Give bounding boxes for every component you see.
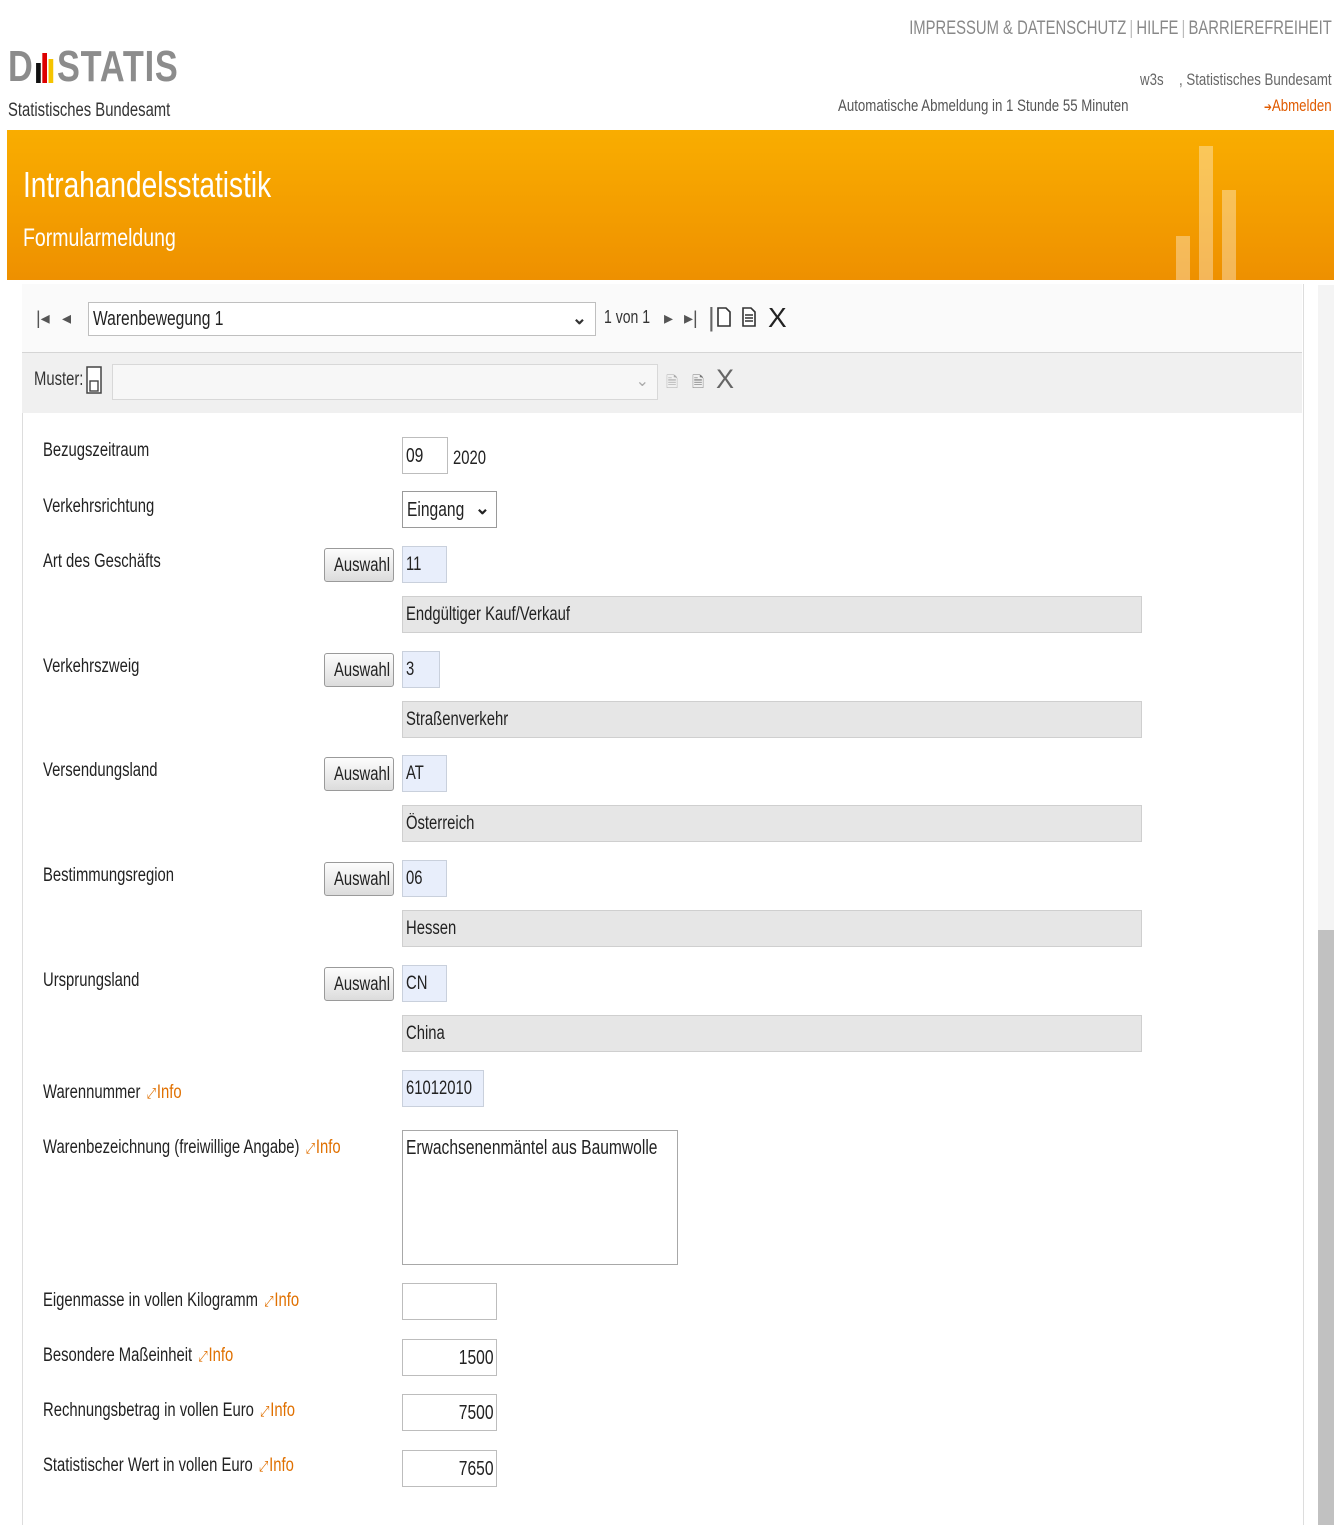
logout-timer: Automatische Abmeldung in 1 Stunde 55 Mi… <box>838 96 1129 115</box>
info-link-eigenmasse[interactable]: ⤢Info <box>264 1290 299 1311</box>
auswahl-button-bestimmungsregion[interactable]: Auswahl <box>324 862 394 896</box>
impressum-link[interactable]: IMPRESSUM & DATENSCHUTZ <box>909 18 1126 39</box>
label-eigenmasse: Eigenmasse in vollen Kilogramm <box>43 1290 258 1311</box>
external-link-icon: ⤢ <box>198 1348 208 1365</box>
user-organisation: , Statistisches Bundesamt <box>1179 70 1332 89</box>
info-link-warennummer[interactable]: ⤢Info <box>147 1082 182 1103</box>
label-versendungsland: Versendungsland <box>43 760 158 781</box>
code-input-bestimmungsregion[interactable]: 06 <box>402 860 447 897</box>
record-select-value: Warenbewegung 1 <box>93 308 224 330</box>
template-label: Muster: <box>34 369 84 390</box>
logo-word-statis: STATIS <box>56 42 179 91</box>
form-panel <box>22 284 1304 1525</box>
chevron-down-icon: ⌄ <box>474 498 490 518</box>
top-links: IMPRESSUM & DATENSCHUTZ | HILFE | BARRIEREFR… <box>909 18 1332 39</box>
page-title: Intrahandelsstatistik <box>23 164 272 205</box>
description-field-ursprungsland: China <box>402 1015 1142 1052</box>
logout-link[interactable]: ➔Abmelden <box>1245 96 1332 116</box>
previous-record-icon[interactable]: ◂ <box>62 308 71 329</box>
label-statistischer-wert: Statistischer Wert in vollen Euro <box>43 1455 253 1476</box>
record-count: 1 von 1 <box>604 307 651 327</box>
year-value: 2020 <box>453 448 486 469</box>
info-link-warenbezeichnung[interactable]: ⤢Info <box>306 1137 341 1158</box>
label-bezugszeitraum: Bezugszeitraum <box>43 440 150 461</box>
delete-template-icon[interactable]: X <box>716 364 734 395</box>
label-art-des-geschaefts: Art des Geschäfts <box>43 551 161 572</box>
title-banner: Intrahandelsstatistik Formularmeldung <box>7 130 1334 280</box>
month-input[interactable]: 09 <box>402 437 448 474</box>
label-rechnungsbetrag: Rechnungsbetrag in vollen Euro <box>43 1400 254 1421</box>
info-link-statistischer-wert[interactable]: ⤢Info <box>259 1455 294 1476</box>
rechnungsbetrag-input[interactable]: 7500 <box>402 1394 497 1431</box>
external-link-icon: ⤢ <box>146 1085 157 1102</box>
description-field-bestimmungsregion: Hessen <box>402 910 1142 947</box>
description-field-verkehrszweig: Straßenverkehr <box>402 701 1142 738</box>
destatis-logo[interactable]: D STATIS <box>8 42 227 92</box>
first-record-icon[interactable]: |◂ <box>36 308 50 329</box>
chevron-down-icon: ⌄ <box>571 308 587 328</box>
code-input-verkehrszweig[interactable]: 3 <box>402 651 440 688</box>
direction-select[interactable]: Eingang ⌄ <box>402 491 497 528</box>
label-verkehrsrichtung: Verkehrsrichtung <box>43 496 155 517</box>
logo-subtitle: Statistisches Bundesamt <box>8 100 171 121</box>
page-header: D STATIS Statistisches Bundesamt IMPRESSU… <box>0 0 1344 130</box>
logout-label: Abmelden <box>1272 96 1332 115</box>
code-input-ursprungsland[interactable]: CN <box>402 965 447 1002</box>
logo-letter-d: D <box>8 42 34 91</box>
auswahl-button-ursprungsland[interactable]: Auswahl <box>324 967 394 1001</box>
barrierefreiheit-link[interactable]: BARRIEREFREIHEIT <box>1189 18 1332 39</box>
warennummer-input[interactable]: 61012010 <box>402 1070 484 1107</box>
description-field-versendungsland: Österreich <box>402 805 1142 842</box>
statistischer-wert-input[interactable]: 7650 <box>402 1450 497 1487</box>
info-link-masseinheit[interactable]: ⤢Info <box>198 1345 233 1366</box>
code-input-versendungsland[interactable]: AT <box>402 755 447 792</box>
label-ursprungsland: Ursprungsland <box>43 970 140 991</box>
info-link-rechnungsbetrag[interactable]: ⤢Info <box>260 1400 295 1421</box>
last-record-icon[interactable]: ▸| <box>684 308 698 329</box>
separator: | <box>708 302 715 332</box>
auswahl-button-versendungsland[interactable]: Auswahl <box>324 757 394 791</box>
scrollbar-thumb[interactable] <box>1318 930 1334 1525</box>
label-masseinheit: Besondere Maßeinheit <box>43 1345 193 1366</box>
external-link-icon: ⤢ <box>305 1140 316 1157</box>
masseinheit-input[interactable]: 1500 <box>402 1339 497 1376</box>
hilfe-link[interactable]: HILFE <box>1137 18 1179 39</box>
label-bestimmungsregion: Bestimmungsregion <box>43 865 174 886</box>
record-select[interactable]: Warenbewegung 1 ⌄ <box>88 302 596 336</box>
copy-document-icon[interactable] <box>742 307 756 332</box>
external-link-icon: ⤢ <box>259 1458 269 1475</box>
save-template-icon[interactable] <box>86 366 102 399</box>
description-field-art: Endgültiger Kauf/Verkauf <box>402 596 1142 633</box>
load-template-icon[interactable]: 🗎 <box>666 372 678 397</box>
auswahl-button-art[interactable]: Auswahl <box>324 548 394 582</box>
label-warennummer: Warennummer <box>43 1082 141 1103</box>
next-record-icon[interactable]: ▸ <box>664 308 673 329</box>
logo-bars-icon <box>34 49 56 83</box>
delete-record-icon[interactable]: X <box>768 302 787 334</box>
new-document-icon[interactable] <box>717 307 731 332</box>
label-warenbezeichnung: Warenbezeichnung (freiwillige Angabe) <box>43 1137 300 1158</box>
page-subtitle: Formularmeldung <box>23 224 176 252</box>
auswahl-button-verkehrszweig[interactable]: Auswahl <box>324 653 394 687</box>
apply-template-icon[interactable]: 🗎 <box>692 372 704 397</box>
label-verkehrszweig: Verkehrszweig <box>43 656 140 677</box>
external-link-icon: ⤢ <box>264 1293 274 1310</box>
chevron-down-icon: ⌄ <box>635 373 649 390</box>
eigenmasse-input[interactable] <box>402 1283 497 1320</box>
template-select[interactable]: ⌄ <box>112 364 658 400</box>
code-input-art[interactable]: 11 <box>402 546 447 583</box>
warenbezeichnung-textarea[interactable]: Erwachsenenmäntel aus Baumwolle <box>402 1130 678 1265</box>
external-link-icon: ⤢ <box>260 1403 270 1420</box>
